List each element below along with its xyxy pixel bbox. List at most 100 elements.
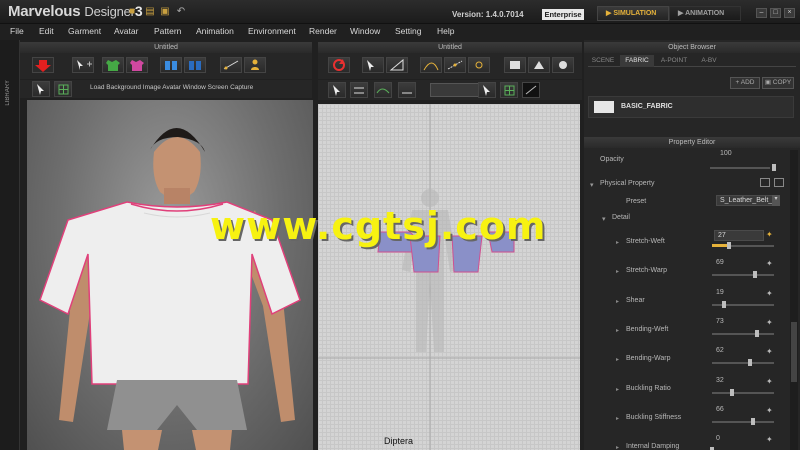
animation-mode-button[interactable]: ▶ ANIMATION [669,6,741,21]
menu-edit[interactable]: Edit [39,26,54,36]
transform-2d-button[interactable] [386,57,408,73]
move-tool-button[interactable] [72,57,94,73]
expand-icon[interactable]: ▾ [590,181,594,189]
segment-sew-button[interactable] [350,82,368,98]
dart-button[interactable] [468,57,490,73]
free-sew-button[interactable] [374,82,392,98]
row-expand-icon[interactable]: ▸ [616,444,619,450]
pin-icon[interactable]: ✦ [766,347,773,356]
copy-fabric-button[interactable]: ▣ COPY [762,77,794,89]
opacity-slider-track[interactable] [710,167,770,169]
row-expand-icon[interactable]: ▸ [616,239,619,246]
tab-a-bv[interactable]: A-BV [694,55,724,66]
preset-dropdown[interactable]: S_Leather_Belt_ [716,195,780,206]
view2d-viewport[interactable]: Diptera [318,104,580,450]
tab-a-point[interactable]: A-POINT [656,55,692,66]
check-sew-button[interactable] [398,82,416,98]
grid-2d-button[interactable] [500,82,518,98]
drop-down-arrow-button[interactable] [32,57,54,73]
property-value[interactable]: 0 [716,435,720,442]
add-fabric-button[interactable]: + ADD [730,77,760,89]
library-strip[interactable]: LIBRARY [0,40,20,450]
tack-tool-button[interactable] [184,57,206,73]
menu-help[interactable]: Help [437,26,454,36]
close-button[interactable]: × [784,8,795,18]
add-point-button[interactable] [444,57,466,73]
pin-icon[interactable]: ✦ [766,435,773,444]
property-slider-knob[interactable] [751,418,755,425]
chevron-down-icon[interactable]: ▾ [772,195,780,206]
pin-icon[interactable]: ✦ [766,377,773,386]
property-value[interactable]: 62 [716,347,724,354]
maximize-button[interactable]: □ [770,8,781,18]
detail-expand-icon[interactable]: ▾ [602,215,606,223]
pin-icon[interactable]: ✦ [766,289,773,298]
pin-icon[interactable]: ✦ [766,230,773,239]
property-slider-knob[interactable] [730,389,734,396]
tab-fabric[interactable]: FABRIC [620,55,654,67]
save-icon[interactable]: ▣ [160,7,170,17]
property-slider-knob[interactable] [753,271,757,278]
menu-garment[interactable]: Garment [68,26,101,36]
poly-button[interactable] [528,57,550,73]
row-expand-icon[interactable]: ▸ [616,298,619,305]
row-expand-icon[interactable]: ▸ [616,386,619,393]
measure-tool-button[interactable] [220,57,242,73]
property-value[interactable]: 66 [716,406,724,413]
fabric-list-item[interactable]: BASIC_FABRIC [588,96,794,118]
menu-animation[interactable]: Animation [196,26,234,36]
property-slider-knob[interactable] [727,242,731,249]
scrollbar[interactable] [790,150,798,450]
menu-window[interactable]: Window [350,26,380,36]
property-value[interactable]: 32 [716,377,724,384]
opacity-value[interactable]: 100 [720,150,732,157]
property-value[interactable]: 19 [716,289,724,296]
select-2d-button[interactable] [362,57,384,73]
row-expand-icon[interactable]: ▸ [616,327,619,334]
property-slider-track[interactable] [712,362,774,364]
grid-3d-button[interactable] [54,81,72,97]
new-icon[interactable]: ■ [127,7,137,17]
menu-avatar[interactable]: Avatar [114,26,138,36]
property-slider-track[interactable] [712,274,774,276]
property-slider-track[interactable] [712,421,774,423]
property-value[interactable]: 27 [714,230,764,241]
property-slider-knob[interactable] [722,301,726,308]
avatar-measure-button[interactable] [244,57,266,73]
pin-icon[interactable]: ✦ [766,318,773,327]
property-value[interactable]: 69 [716,259,724,266]
menu-file[interactable]: File [10,26,24,36]
save-preset-icon[interactable] [760,178,770,187]
open-icon[interactable]: ▤ [145,7,155,17]
rect-button[interactable] [504,57,526,73]
tab-scene[interactable]: SCENE [588,55,618,66]
property-slider-track[interactable] [712,392,774,394]
property-slider-track[interactable] [712,333,774,335]
property-value[interactable]: 73 [716,318,724,325]
property-slider-knob[interactable] [755,330,759,337]
undo-icon[interactable]: ↶ [176,7,186,17]
row-expand-icon[interactable]: ▸ [616,415,619,422]
circle-button[interactable] [552,57,574,73]
select-3d-button[interactable] [32,81,50,97]
simulate-button[interactable] [328,57,350,73]
property-slider-knob[interactable] [748,359,752,366]
view3d-toolbar-labels[interactable]: Load Background Image Avatar Window Scre… [90,84,253,91]
view3d-viewport[interactable] [27,100,313,450]
load-preset-icon[interactable] [774,178,784,187]
texture-2d-button[interactable] [522,82,540,98]
garment-tool-button[interactable] [102,57,124,73]
minimize-button[interactable]: – [756,8,767,18]
menu-setting[interactable]: Setting [395,26,421,36]
fold-tool-button[interactable] [160,57,182,73]
pin-icon[interactable]: ✦ [766,406,773,415]
opacity-slider-knob[interactable] [772,164,776,171]
pin-icon[interactable]: ✦ [766,259,773,268]
row-expand-icon[interactable]: ▸ [616,356,619,363]
row-expand-icon[interactable]: ▸ [616,268,619,275]
scrollbar-thumb[interactable] [791,322,797,382]
edit-curve-button[interactable] [420,57,442,73]
menu-environment[interactable]: Environment [248,26,296,36]
simulation-mode-button[interactable]: ▶ SIMULATION [597,6,669,21]
menu-render[interactable]: Render [309,26,337,36]
